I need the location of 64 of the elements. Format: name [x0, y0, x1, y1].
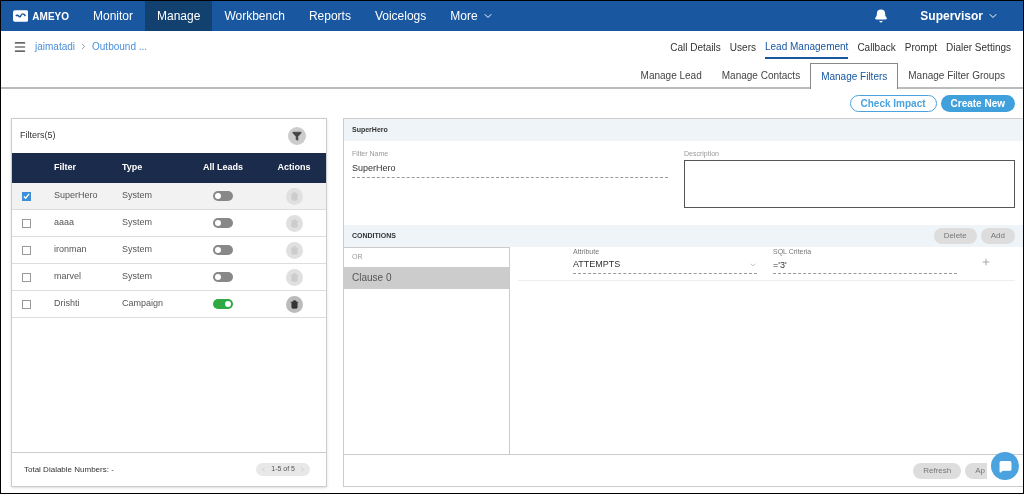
nav-tab[interactable]: Reports	[296, 1, 363, 31]
section-tab[interactable]: Callback	[857, 39, 896, 59]
total-dialable-text: Total Dialable Numbers: -	[24, 463, 114, 476]
table-cell-text: SuperHero	[54, 189, 99, 203]
bell-icon[interactable]	[874, 9, 889, 23]
filter-name-field[interactable]: SuperHero	[352, 159, 668, 178]
table-cell-text: System	[122, 189, 153, 203]
trash-icon	[289, 191, 299, 201]
breadcrumb-link[interactable]: Outbound ...	[92, 39, 148, 54]
table-cell-text: System	[122, 270, 153, 284]
chevron-down-icon	[749, 261, 757, 269]
check-icon	[23, 192, 30, 200]
section-tab[interactable]: Call Details	[670, 39, 721, 59]
attribute-dropdown[interactable]: ATTEMPTS	[573, 257, 757, 274]
trash-icon	[289, 272, 299, 282]
section-tab[interactable]: Lead Management	[764, 39, 849, 59]
filters-title: Filters(5)	[20, 129, 56, 143]
column-header: Type	[122, 161, 144, 175]
more-menu[interactable]: More	[438, 1, 506, 31]
logo-text: AMEYO	[32, 9, 69, 24]
clause-item[interactable]: Clause 0	[344, 266, 509, 289]
table-cell-text: marvel	[54, 270, 82, 284]
plus-icon[interactable]	[981, 257, 991, 267]
toggle-switch[interactable]	[213, 299, 233, 309]
nav-tab[interactable]: Monitor	[81, 1, 145, 31]
sub-tab[interactable]: Manage Filter Groups	[898, 63, 1015, 87]
filter-row[interactable]: Drishti Campaign	[12, 291, 326, 318]
trash-icon	[289, 299, 299, 309]
add-button[interactable]: Add	[980, 228, 1015, 244]
section-tab[interactable]: Prompt	[904, 39, 937, 59]
description-field[interactable]	[684, 159, 1015, 208]
nav-tab[interactable]: Manage	[145, 1, 213, 31]
chat-button[interactable]	[991, 452, 1019, 480]
trash-icon	[289, 218, 299, 228]
column-header: Filter	[54, 161, 77, 175]
menu-icon[interactable]	[13, 39, 27, 54]
trash-icon	[289, 245, 299, 255]
delete-button[interactable]: Delete	[933, 228, 977, 244]
checkbox[interactable]	[22, 299, 31, 309]
table-cell-text: aaaa	[54, 216, 76, 230]
table-cell-text: ironman	[54, 243, 88, 257]
section-tab[interactable]: Users	[729, 39, 756, 59]
table-cell-text: Campaign	[122, 297, 165, 311]
nav-tab[interactable]: Workbench	[212, 1, 297, 31]
filter-icon	[292, 131, 302, 141]
sub-tab[interactable]: Manage Contacts	[711, 63, 811, 87]
chat-icon	[998, 459, 1012, 473]
table-cell-text: System	[122, 243, 153, 257]
section-tab[interactable]: Dialer Settings	[945, 39, 1011, 59]
column-header: All Leads	[202, 161, 244, 175]
nav-tab[interactable]: Voicelogs	[362, 1, 439, 31]
sub-tab[interactable]: Manage Filters	[810, 63, 899, 89]
sql-criteria-field[interactable]: ='3'	[773, 257, 957, 274]
logo-icon	[13, 10, 29, 22]
table-cell-text: Drishti	[54, 297, 81, 311]
refresh-button[interactable]: Refresh	[913, 462, 962, 479]
column-header: Actions	[276, 161, 312, 175]
sub-tab[interactable]: Manage Lead	[630, 63, 712, 87]
breadcrumb-link[interactable]: jaimatadi	[35, 39, 76, 54]
apply-button[interactable]: Ap	[965, 462, 987, 479]
table-cell-text: System	[122, 216, 153, 230]
filter-button[interactable]	[288, 127, 306, 145]
delete-button[interactable]	[285, 295, 303, 313]
user-menu[interactable]: Supervisor	[920, 7, 999, 25]
